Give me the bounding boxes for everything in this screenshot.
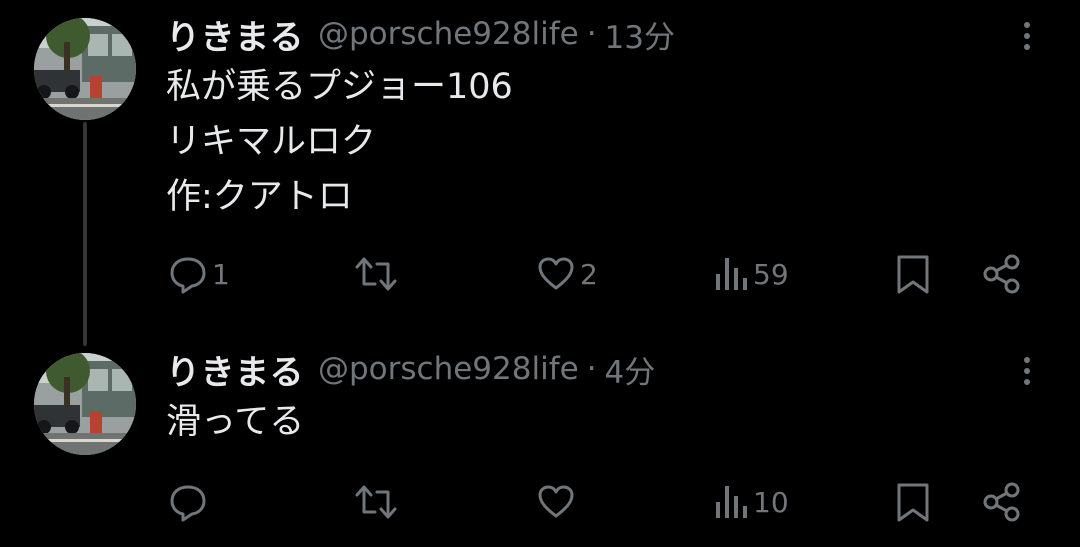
avatar-photo-icon xyxy=(34,18,136,120)
separator-dot: · xyxy=(586,351,597,387)
views-count: 10 xyxy=(753,485,789,519)
views-button[interactable]: 10 xyxy=(713,477,789,527)
like-button[interactable] xyxy=(536,477,580,527)
tweet-text-line: リキマルロク xyxy=(166,122,377,162)
views-count: 59 xyxy=(753,257,789,291)
user-handle[interactable]: @porsche928life xyxy=(318,351,579,387)
user-handle[interactable]: @porsche928life xyxy=(318,16,579,52)
retweet-button[interactable] xyxy=(355,249,401,299)
like-icon xyxy=(538,485,574,518)
views-button[interactable]: 59 xyxy=(713,249,789,299)
tweet-actions: 1 2 59 xyxy=(0,249,1080,299)
more-options-button[interactable] xyxy=(1017,16,1037,56)
reply-count: 1 xyxy=(212,257,230,291)
tweet-actions: 10 xyxy=(0,477,1080,527)
like-count: 2 xyxy=(580,257,598,291)
bookmark-icon xyxy=(897,255,929,294)
tweet-header: りきまる @porsche928life · 4分 xyxy=(166,345,656,394)
reply-icon xyxy=(170,257,206,294)
display-name[interactable]: りきまる xyxy=(166,10,304,59)
like-button[interactable]: 2 xyxy=(536,249,598,299)
share-icon xyxy=(983,254,1020,294)
tweet-text-line: 作:クアトロ xyxy=(166,177,353,217)
thread-connector-line xyxy=(83,122,87,346)
views-icon xyxy=(716,258,747,290)
share-button[interactable] xyxy=(981,249,1023,299)
tweet-header: りきまる @porsche928life · 13分 xyxy=(166,10,675,59)
avatar-photo-icon xyxy=(34,353,136,455)
tweet-text: 私が乗るプジョー106 リキマルロク 作:クアトロ xyxy=(166,60,513,225)
views-icon xyxy=(716,486,747,518)
avatar[interactable] xyxy=(34,353,136,455)
more-icon xyxy=(1024,357,1030,385)
timestamp[interactable]: 4分 xyxy=(605,347,656,392)
tweet-text-line: 私が乗るプジョー106 xyxy=(166,67,513,107)
bookmark-button[interactable] xyxy=(894,249,932,299)
separator-dot: · xyxy=(586,16,597,52)
retweet-button[interactable] xyxy=(355,477,401,527)
more-icon xyxy=(1024,22,1030,50)
reply-icon xyxy=(170,485,206,522)
retweet-icon xyxy=(355,485,397,519)
share-icon xyxy=(983,482,1020,522)
reply-button[interactable]: 1 xyxy=(168,249,230,299)
retweet-icon xyxy=(355,257,397,291)
more-options-button[interactable] xyxy=(1017,351,1037,391)
avatar[interactable] xyxy=(34,18,136,120)
tweet-text-line: 滑ってる xyxy=(166,402,305,442)
reply-button[interactable] xyxy=(168,477,212,527)
display-name[interactable]: りきまる xyxy=(166,345,304,394)
bookmark-icon xyxy=(897,483,929,522)
share-button[interactable] xyxy=(981,477,1023,527)
bookmark-button[interactable] xyxy=(894,477,932,527)
timestamp[interactable]: 13分 xyxy=(605,12,675,57)
tweet-text: 滑ってる xyxy=(166,395,304,450)
like-icon xyxy=(538,257,574,290)
